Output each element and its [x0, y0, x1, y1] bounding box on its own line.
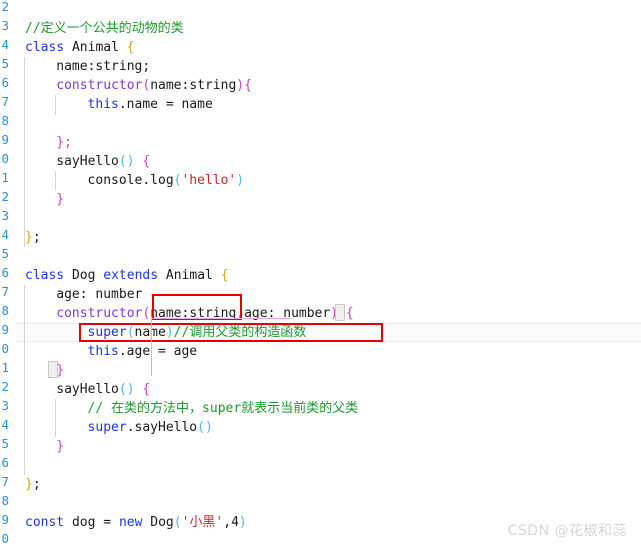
line-number: 1 [1, 360, 9, 375]
csdn-watermark: CSDN @花椒和蕊 [507, 523, 627, 539]
line-number: 9 [1, 512, 9, 527]
line-number: 7 [1, 474, 9, 489]
bracket-scope-guide-top [151, 318, 291, 319]
line-number: 4 [1, 227, 9, 242]
code-line[interactable]: console.log('hello') [88, 171, 245, 190]
line-number: 0 [1, 531, 9, 546]
code-line[interactable]: super(name)//调用父类的构造函数 [88, 323, 307, 342]
code-line[interactable]: }; [56, 133, 72, 152]
code-line[interactable]: } [56, 437, 64, 456]
code-line[interactable]: class Dog extends Animal { [25, 266, 229, 285]
line-number: 5 [1, 246, 9, 261]
line-number: 7 [1, 94, 9, 109]
code-line[interactable]: const dog = new Dog('小黑',4) [25, 513, 247, 532]
code-line[interactable]: // 在类的方法中，super就表示当前类的父类 [88, 399, 359, 418]
code-line[interactable]: sayHello() { [56, 380, 150, 399]
code-content[interactable]: //定义一个公共的动物的类 class Animal {name:string; c… [16, 0, 641, 550]
code-line[interactable]: sayHello() { [56, 152, 150, 171]
matching-bracket-highlight [335, 304, 345, 321]
line-number: 3 [1, 18, 9, 33]
line-number: 0 [1, 341, 9, 356]
indent-guide [55, 171, 56, 190]
code-line[interactable]: constructor(name:string,age: number) { [56, 304, 353, 323]
bracket-scope-guide [151, 318, 152, 376]
matching-bracket-highlight-close [48, 361, 58, 378]
line-number: 9 [1, 132, 9, 147]
line-number: 0 [1, 151, 9, 166]
line-number: 5 [1, 56, 9, 71]
line-number: 9 [1, 322, 9, 337]
code-line[interactable]: //定义一个公共的动物的类 [25, 19, 184, 38]
code-line[interactable]: age: number [56, 285, 142, 304]
code-line[interactable]: } [56, 190, 64, 209]
line-number-gutter: 2 3 4 5 6 7 8 9 0 1 2 3 4 5 6 7 8 9 0 1 2 3 4 5 6 7 8 9 0 [0, 0, 16, 550]
code-line[interactable]: name:string; [56, 57, 150, 76]
code-line[interactable]: class Animal { [25, 38, 135, 57]
line-number: 7 [1, 284, 9, 299]
line-number: 6 [1, 75, 9, 90]
indent-guide [24, 57, 25, 247]
line-number: 6 [1, 265, 9, 280]
line-number: 8 [1, 493, 9, 508]
code-line[interactable]: }; [25, 475, 41, 494]
code-line[interactable]: constructor(name:string){ [56, 76, 252, 95]
code-line[interactable]: this.age = age [88, 342, 198, 361]
line-number: 2 [1, 0, 9, 14]
code-line[interactable]: super.sayHello() [88, 418, 213, 437]
line-number: 8 [1, 303, 9, 318]
line-number: 3 [1, 208, 9, 223]
line-number: 6 [1, 455, 9, 470]
indent-guide [55, 95, 56, 115]
line-number: 1 [1, 170, 9, 185]
indent-guide [24, 285, 25, 475]
line-number: 8 [1, 113, 9, 128]
code-editor[interactable]: 2 3 4 5 6 7 8 9 0 1 2 3 4 5 6 7 8 9 0 1 2 3 4 5 6 7 8 9 0 //定义一个公共的动… [0, 0, 641, 550]
line-number: 5 [1, 436, 9, 451]
line-number: 2 [1, 189, 9, 204]
code-line[interactable]: }; [25, 228, 41, 247]
code-line[interactable]: this.name = name [88, 95, 213, 114]
line-number: 2 [1, 379, 9, 394]
line-number: 4 [1, 417, 9, 432]
indent-guide [55, 399, 56, 437]
line-number: 3 [1, 398, 9, 413]
line-number: 4 [1, 37, 9, 52]
